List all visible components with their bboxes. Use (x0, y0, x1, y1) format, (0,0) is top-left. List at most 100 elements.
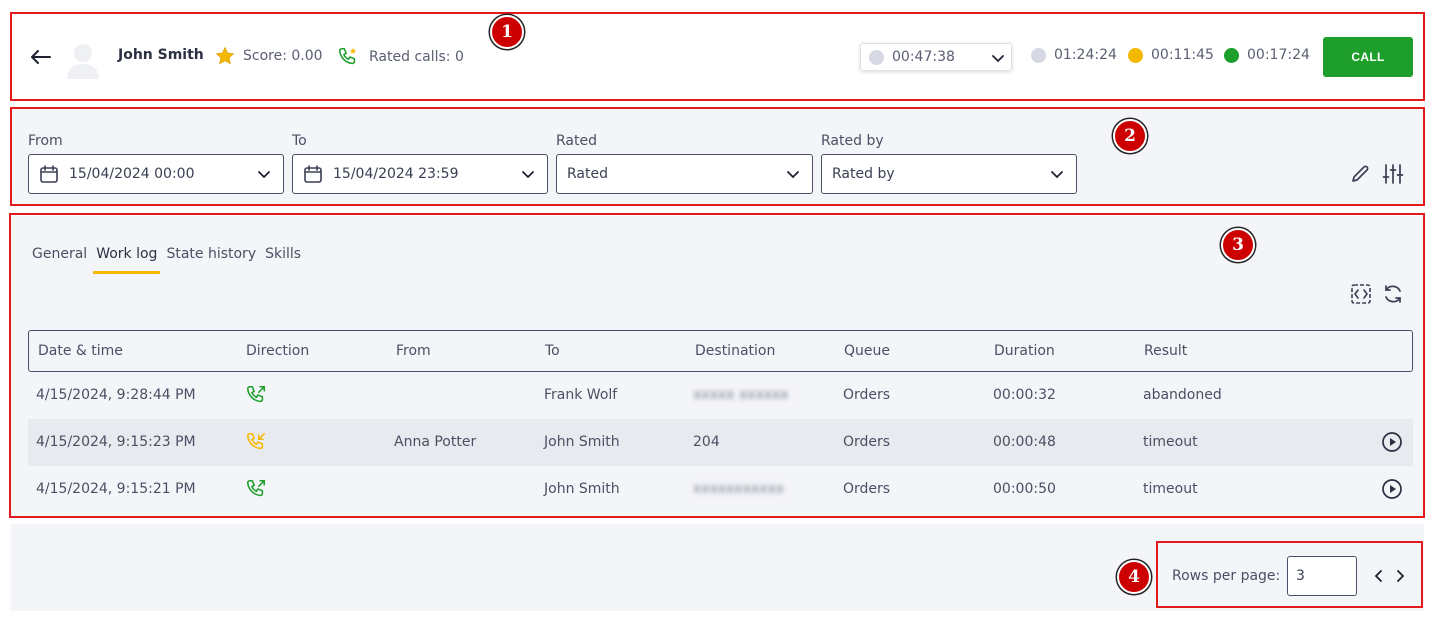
rows-per-page-label: Rows per page: (1172, 568, 1281, 584)
cell-datetime: 4/15/2024, 9:15:21 PM (36, 481, 196, 497)
chevron-down-icon (522, 171, 534, 179)
column-header[interactable]: Duration (994, 343, 1055, 359)
incoming-call-icon (246, 432, 266, 450)
calendar-icon (39, 164, 59, 184)
from-datetime-picker[interactable]: 15/04/2024 00:00 (28, 154, 284, 194)
cell-to: John Smith (544, 434, 620, 450)
agent-name: John Smith (118, 47, 204, 63)
column-header[interactable]: Result (1144, 343, 1187, 359)
play-recording-icon[interactable] (1381, 431, 1403, 453)
cell-result: timeout (1143, 434, 1198, 450)
rows-per-page-input[interactable]: 3 (1287, 556, 1357, 596)
cell-result: timeout (1143, 481, 1198, 497)
table-row[interactable]: 4/15/2024, 9:15:23 PM Anna Potter John S… (28, 419, 1413, 466)
cell-to: Frank Wolf (544, 387, 618, 403)
chevron-down-icon (258, 171, 270, 179)
status-timer-value: 00:47:38 (892, 49, 955, 65)
call-button[interactable]: CALL (1323, 37, 1413, 77)
cell-duration: 00:00:32 (993, 387, 1056, 403)
pagination-bar: Rows per page: 3 (11, 524, 1424, 611)
filter-bar: From 15/04/2024 00:00 To 15/04/2024 23:5… (11, 108, 1424, 205)
chevron-right-icon (1397, 570, 1405, 582)
annotation-badge-2: 2 (1113, 119, 1147, 153)
calendar-icon (303, 164, 323, 184)
column-header[interactable]: Date & time (38, 343, 123, 359)
page: John Smith Score: 0.00 Rated calls: 0 00… (0, 0, 1437, 619)
chevron-down-icon (992, 55, 1004, 63)
cell-datetime: 4/15/2024, 9:15:23 PM (36, 434, 196, 450)
cell-destination: xxxxx xxxxxx (693, 387, 789, 403)
star-icon (215, 46, 235, 65)
work-log-panel: General Work log State history Skills Da… (11, 216, 1424, 516)
chevron-left-icon (1374, 570, 1382, 582)
phone-star-icon (338, 47, 357, 65)
cell-queue: Orders (843, 434, 891, 450)
next-page-button[interactable] (1392, 566, 1410, 586)
work-log-table: Date & time Direction From To Destinatio… (28, 330, 1413, 513)
from-value: 15/04/2024 00:00 (69, 166, 195, 182)
status-timer-select[interactable]: 00:47:38 (860, 43, 1012, 71)
timer-value: 00:11:45 (1151, 47, 1214, 63)
to-label: To (292, 133, 307, 149)
score: Score: 0.00 (215, 46, 323, 66)
to-value: 15/04/2024 23:59 (333, 166, 459, 182)
cell-result: abandoned (1143, 387, 1222, 403)
annotation-badge-3: 3 (1221, 228, 1255, 262)
tab-skills[interactable]: Skills (262, 244, 304, 270)
rated-by-select[interactable]: Rated by (821, 154, 1077, 194)
tab-bar: General Work log State history Skills (29, 244, 307, 274)
cell-to: John Smith (544, 481, 620, 497)
columns-button[interactable] (1349, 282, 1373, 306)
rated-label: Rated (556, 133, 597, 149)
rated-value: Rated (567, 166, 608, 182)
score-label: Score: 0.00 (243, 48, 323, 64)
rated-calls-label: Rated calls: 0 (369, 49, 464, 65)
back-button[interactable] (29, 45, 53, 69)
column-header[interactable]: From (396, 343, 431, 359)
table-row[interactable]: 4/15/2024, 9:15:21 PM John Smith xxxxxxx… (28, 466, 1413, 513)
column-header[interactable]: Direction (246, 343, 309, 359)
rated-by-value: Rated by (832, 166, 895, 182)
edit-button[interactable] (1348, 162, 1372, 186)
timer-dot-green (1224, 47, 1239, 63)
cell-destination: xxxxxxxxxxx (693, 481, 785, 497)
tab-work-log[interactable]: Work log (93, 244, 161, 274)
tab-general[interactable]: General (29, 244, 90, 270)
rated-by-label: Rated by (821, 133, 884, 149)
table-header: Date & time Direction From To Destinatio… (28, 330, 1413, 372)
agent-header: John Smith Score: 0.00 Rated calls: 0 00… (11, 13, 1424, 100)
cell-duration: 00:00:50 (993, 481, 1056, 497)
timer-idle: 01:24:24 (1031, 47, 1117, 63)
play-recording-icon[interactable] (1381, 478, 1403, 500)
table-row[interactable]: 4/15/2024, 9:28:44 PM Frank Wolf xxxxx x… (28, 372, 1413, 419)
from-label: From (28, 133, 63, 149)
to-datetime-picker[interactable]: 15/04/2024 23:59 (292, 154, 548, 194)
pencil-icon (1352, 165, 1369, 182)
column-header[interactable]: Destination (695, 343, 775, 359)
status-dot (869, 49, 884, 65)
arrow-left-icon (31, 50, 51, 64)
timer-dot-grey (1031, 47, 1046, 63)
rated-calls: Rated calls: 0 (337, 46, 464, 68)
cell-queue: Orders (843, 481, 891, 497)
refresh-icon (1385, 285, 1401, 303)
timer-busy: 00:11:45 (1128, 47, 1214, 63)
outgoing-call-icon (246, 479, 266, 497)
outgoing-call-icon (246, 385, 266, 403)
filter-settings-button[interactable] (1381, 162, 1405, 186)
timer-available: 00:17:24 (1224, 47, 1310, 63)
chevron-down-icon (1051, 171, 1063, 179)
annotation-badge-1: 1 (490, 15, 524, 49)
refresh-button[interactable] (1381, 282, 1405, 306)
previous-page-button[interactable] (1369, 566, 1387, 586)
tab-state-history[interactable]: State history (163, 244, 259, 270)
rated-select[interactable]: Rated (556, 154, 813, 194)
cell-destination: 204 (693, 434, 720, 450)
sliders-icon (1382, 164, 1404, 184)
cell-duration: 00:00:48 (993, 434, 1056, 450)
timer-value: 01:24:24 (1054, 47, 1117, 63)
column-header[interactable]: To (545, 343, 560, 359)
annotation-badge-4: 4 (1117, 560, 1151, 594)
cell-datetime: 4/15/2024, 9:28:44 PM (36, 387, 196, 403)
column-header[interactable]: Queue (844, 343, 890, 359)
